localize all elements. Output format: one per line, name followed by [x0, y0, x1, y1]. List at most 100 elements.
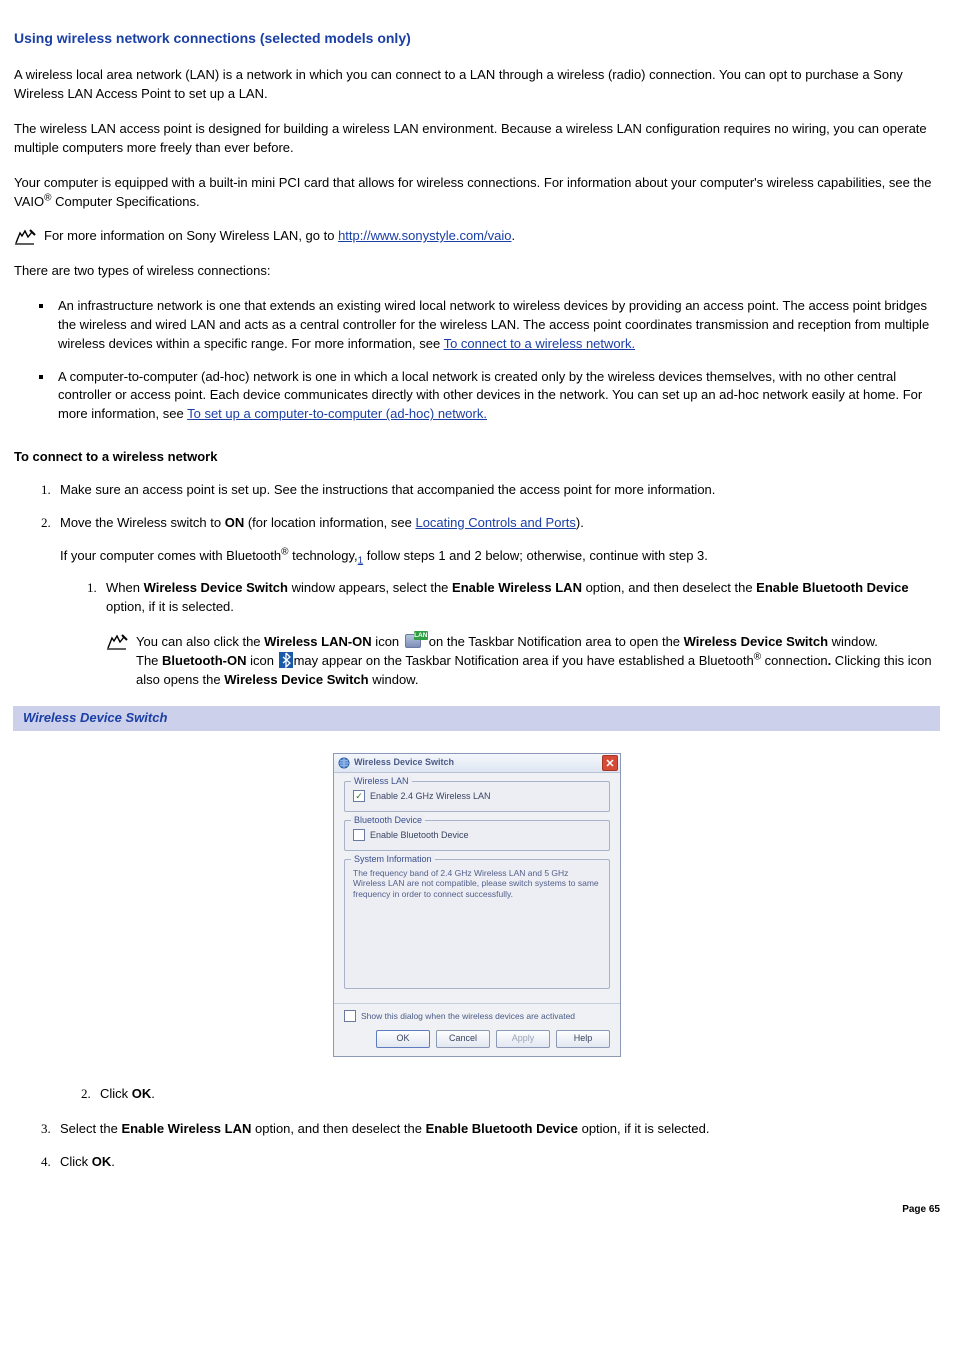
text: . — [151, 1086, 155, 1101]
text: You can also click the — [136, 634, 264, 649]
text-bold: Bluetooth-ON — [162, 653, 246, 668]
handwriting-note-icon — [14, 228, 36, 246]
text: window. — [369, 672, 419, 687]
dialog-button-row: OK Cancel Apply Help — [334, 1026, 620, 1056]
checkbox-icon — [353, 829, 365, 841]
figure-caption: Wireless Device Switch — [13, 706, 940, 731]
checkbox-icon: ✓ — [353, 790, 365, 802]
list-item: A computer-to-computer (ad-hoc) network … — [54, 368, 940, 425]
text: window. — [828, 634, 878, 649]
text: Select the — [60, 1121, 121, 1136]
inline-note: You can also click the Wireless LAN-ON i… — [106, 631, 940, 690]
dialog-figure: Wireless Device Switch Wireless LAN ✓ En… — [14, 753, 940, 1057]
steps-list: Make sure an access point is set up. See… — [14, 481, 940, 690]
text: . — [511, 228, 515, 243]
text: may appear on the Taskbar Notification a… — [294, 653, 754, 668]
checkbox-row[interactable]: Enable Bluetooth Device — [353, 829, 601, 842]
text: Computer Specifications. — [51, 194, 199, 209]
text: Click — [60, 1154, 92, 1169]
text-bold: OK — [132, 1086, 152, 1101]
text: option, if it is selected. — [106, 599, 234, 614]
system-info-text: The frequency band of 2.4 GHz Wireless L… — [353, 868, 601, 900]
text: connection — [761, 653, 828, 668]
text: (for location information, see — [244, 515, 415, 530]
step-item: Select the Enable Wireless LAN option, a… — [54, 1120, 940, 1139]
dialog-title: Wireless Device Switch — [354, 756, 602, 769]
page-number: Page 65 — [902, 1203, 940, 1218]
text-bold: Wireless Device Switch — [144, 580, 288, 595]
cancel-button[interactable]: Cancel — [436, 1030, 490, 1048]
dialog-body: Wireless LAN ✓ Enable 2.4 GHz Wireless L… — [334, 773, 620, 1003]
text: icon — [247, 653, 278, 668]
step-item: Move the Wireless switch to ON (for loca… — [54, 514, 940, 690]
close-icon — [606, 759, 614, 767]
registered-mark: ® — [754, 652, 761, 663]
wireless-device-switch-dialog: Wireless Device Switch Wireless LAN ✓ En… — [333, 753, 621, 1057]
text: option, and then deselect the — [251, 1121, 425, 1136]
step-body: Move the Wireless switch to ON (for loca… — [60, 514, 940, 533]
text: The — [136, 653, 162, 668]
group-legend: Bluetooth Device — [351, 814, 425, 827]
checkbox-row[interactable]: ✓ Enable 2.4 GHz Wireless LAN — [353, 790, 601, 803]
paragraph: There are two types of wireless connecti… — [14, 262, 940, 281]
paragraph: The wireless LAN access point is designe… — [14, 120, 940, 158]
checkbox-label: Enable 2.4 GHz Wireless LAN — [370, 790, 491, 803]
text: technology, — [288, 548, 357, 563]
text: . — [111, 1154, 115, 1169]
substeps-list: When Wireless Device Switch window appea… — [60, 579, 940, 689]
text: When — [106, 580, 144, 595]
text: option, and then deselect the — [582, 580, 756, 595]
checkbox-label: Show this dialog when the wireless devic… — [361, 1010, 575, 1022]
apply-button[interactable]: Apply — [496, 1030, 550, 1048]
text-bold: Enable Bluetooth Device — [756, 580, 908, 595]
wireless-lan-on-tray-icon: LAN — [404, 631, 428, 649]
group-legend: System Information — [351, 853, 435, 866]
wireless-lan-group: Wireless LAN ✓ Enable 2.4 GHz Wireless L… — [344, 781, 610, 812]
dialog-titlebar: Wireless Device Switch — [334, 754, 620, 773]
text: icon — [372, 634, 403, 649]
text-bold: Enable Bluetooth Device — [426, 1121, 578, 1136]
note-text: For more information on Sony Wireless LA… — [44, 227, 515, 246]
checkbox-icon — [344, 1010, 356, 1022]
close-button[interactable] — [602, 755, 618, 771]
steps-continued: Select the Enable Wireless LAN option, a… — [14, 1120, 940, 1172]
text: ). — [576, 515, 584, 530]
text: Move the Wireless switch to — [60, 515, 225, 530]
ok-button[interactable]: OK — [376, 1030, 430, 1048]
step-body: If your computer comes with Bluetooth® t… — [60, 547, 940, 566]
connection-types-list: An infrastructure network is one that ex… — [14, 297, 940, 424]
bluetooth-device-group: Bluetooth Device Enable Bluetooth Device — [344, 820, 610, 851]
step-item: Click OK. — [54, 1153, 940, 1172]
paragraph: A wireless local area network (LAN) is a… — [14, 66, 940, 104]
internal-link[interactable]: To connect to a wireless network. — [444, 336, 635, 351]
section-heading: Using wireless network connections (sele… — [14, 28, 940, 48]
document-page: Using wireless network connections (sele… — [0, 0, 954, 1227]
handwriting-note-icon — [106, 633, 128, 651]
app-icon — [338, 757, 350, 769]
text: window appears, select the — [288, 580, 452, 595]
checkbox-label: Enable Bluetooth Device — [370, 829, 469, 842]
substep-body: When Wireless Device Switch window appea… — [106, 579, 940, 617]
text-bold: ON — [225, 515, 245, 530]
text-bold: Enable Wireless LAN — [121, 1121, 251, 1136]
text: For more information on Sony Wireless LA… — [44, 228, 338, 243]
note: For more information on Sony Wireless LA… — [14, 227, 940, 246]
substep-item: Click OK. — [94, 1085, 940, 1104]
internal-link[interactable]: To set up a computer-to-computer (ad-hoc… — [187, 406, 487, 421]
text-bold: OK — [92, 1154, 112, 1169]
internal-link[interactable]: Locating Controls and Ports — [415, 515, 575, 530]
external-link[interactable]: http://www.sonystyle.com/vaio — [338, 228, 511, 243]
substep-item: When Wireless Device Switch window appea… — [100, 579, 940, 689]
text: Click — [100, 1086, 132, 1101]
text-bold: Enable Wireless LAN — [452, 580, 582, 595]
text: on the Taskbar Notification area to open… — [429, 634, 684, 649]
help-button[interactable]: Help — [556, 1030, 610, 1048]
text: follow steps 1 and 2 below; otherwise, c… — [363, 548, 708, 563]
list-item: An infrastructure network is one that ex… — [54, 297, 940, 354]
text-bold: Wireless Device Switch — [224, 672, 368, 687]
note-text: You can also click the Wireless LAN-ON i… — [136, 631, 940, 690]
dialog-footer-checkbox[interactable]: Show this dialog when the wireless devic… — [334, 1003, 620, 1026]
text-bold: Wireless LAN-ON — [264, 634, 372, 649]
group-legend: Wireless LAN — [351, 775, 412, 788]
text-bold: Wireless Device Switch — [684, 634, 828, 649]
